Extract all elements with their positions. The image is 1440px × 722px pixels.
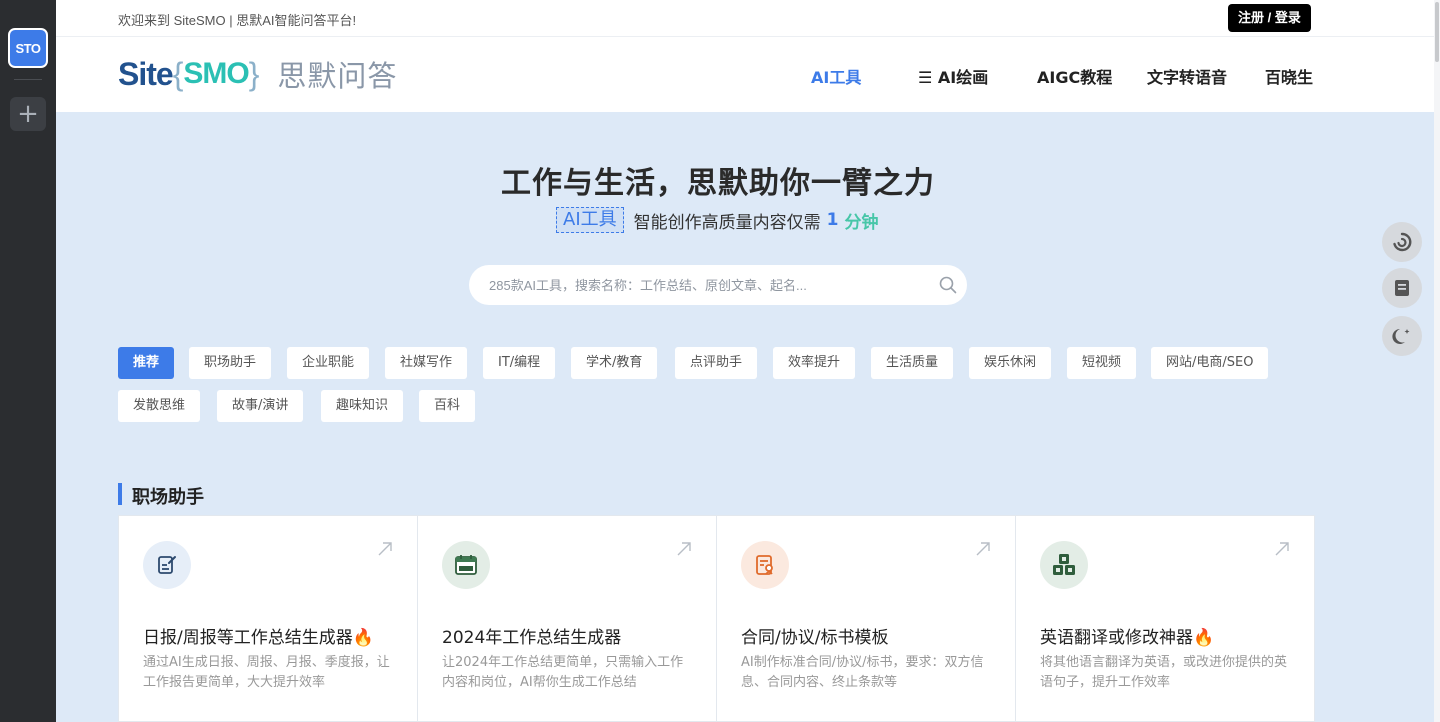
card-title: 英语翻译或修改神器🔥 xyxy=(1040,628,1215,648)
moon-star-icon xyxy=(1392,328,1410,344)
tool-search-box xyxy=(469,265,967,305)
main-nav: AI工具 ☰ AI绘画 AIGC教程 文字转语音 百晓生 xyxy=(56,64,1440,88)
hero-subtitle: AI工具 智能创作高质量内容仅需 1 分钟 xyxy=(556,207,878,233)
category-academic[interactable]: 学术/教育 xyxy=(571,347,658,379)
add-app-button[interactable]: + xyxy=(10,97,46,131)
card-description: 将其他语言翻译为英语，或改进你提供的英语句子，提升工作效率 xyxy=(1040,655,1288,690)
external-arrow-icon[interactable] xyxy=(1274,541,1290,557)
card-title: 合同/协议/标书模板 xyxy=(741,628,889,648)
nav-ai-painting[interactable]: ☰ AI绘画 xyxy=(918,64,988,88)
search-input[interactable] xyxy=(489,275,929,295)
section-marker xyxy=(118,483,122,505)
swirl-icon xyxy=(1393,232,1412,252)
category-short-video[interactable]: 短视频 xyxy=(1067,347,1137,379)
external-arrow-icon[interactable] xyxy=(676,541,692,557)
category-review[interactable]: 点评助手 xyxy=(675,347,758,379)
card-title: 2024年工作总结生成器 xyxy=(442,628,622,648)
tool-card-english-translation[interactable]: 英语翻译或修改神器🔥 将其他语言翻译为英语，或改进你提供的英语句子，提升工作效率 xyxy=(1015,515,1315,722)
hero-number: 1 xyxy=(826,210,839,230)
card-description: 让2024年工作总结更简单，只需输入工作内容和岗位，AI帮你生成工作总结 xyxy=(442,655,684,690)
left-rail: STO + xyxy=(0,0,56,722)
nav-text-to-speech[interactable]: 文字转语音 xyxy=(1147,64,1227,88)
category-entertainment[interactable]: 娱乐休闲 xyxy=(969,347,1052,379)
tool-card-daily-report[interactable]: 日报/周报等工作总结生成器🔥 通过AI生成日报、周报、月报、季度报，让工作报告更… xyxy=(118,515,418,722)
hero-tag: AI工具 xyxy=(556,207,624,233)
hero-subtitle-text: 智能创作高质量内容仅需 xyxy=(633,212,821,233)
nav-baixiaosheng[interactable]: 百晓生 xyxy=(1265,64,1313,88)
category-story-speech[interactable]: 故事/演讲 xyxy=(217,390,304,422)
app-logo-text: STO xyxy=(15,40,42,56)
category-social-writing[interactable]: 社媒写作 xyxy=(385,347,468,379)
bookmark-float-button[interactable] xyxy=(1382,268,1422,308)
refresh-float-button[interactable] xyxy=(1382,222,1422,262)
category-encyclopedia[interactable]: 百科 xyxy=(419,390,476,422)
dark-mode-float-button[interactable] xyxy=(1382,316,1422,356)
top-strip: 欢迎来到 SiteSMO | 思默AI智能问答平台! 注册 / 登录 xyxy=(56,0,1440,37)
edit-note-icon xyxy=(143,541,191,589)
category-recommend[interactable]: 推荐 xyxy=(118,347,175,379)
rail-divider xyxy=(14,79,42,80)
category-divergent[interactable]: 发散思维 xyxy=(118,390,201,422)
register-login-button[interactable]: 注册 / 登录 xyxy=(1228,4,1311,32)
category-website-seo[interactable]: 网站/电商/SEO xyxy=(1151,347,1269,379)
external-arrow-icon[interactable] xyxy=(975,541,991,557)
scrollbar-thumb[interactable] xyxy=(1435,2,1439,62)
hero-unit: 分钟 xyxy=(844,212,879,233)
app-switcher-sitesmo[interactable]: STO xyxy=(8,28,48,68)
hero-title: 工作与生活，思默助你一臂之力 xyxy=(501,166,935,201)
site-header: Site { SMO } 思默问答 AI工具 ☰ AI绘画 AIGC教程 文字转… xyxy=(56,37,1440,112)
section-title: 职场助手 xyxy=(132,487,204,508)
category-workplace[interactable]: 职场助手 xyxy=(189,347,272,379)
nav-aigc-tutorial[interactable]: AIGC教程 xyxy=(1037,64,1112,88)
category-it-coding[interactable]: IT/编程 xyxy=(483,347,556,379)
category-enterprise[interactable]: 企业职能 xyxy=(287,347,370,379)
plus-icon: + xyxy=(17,99,39,129)
external-arrow-icon[interactable] xyxy=(377,541,393,557)
category-fun-knowledge[interactable]: 趣味知识 xyxy=(321,390,404,422)
calendar-2024-icon xyxy=(442,541,490,589)
card-title: 日报/周报等工作总结生成器🔥 xyxy=(143,628,374,648)
tool-card-2024-summary[interactable]: 2024年工作总结生成器 让2024年工作总结更简单，只需输入工作内容和岗位，A… xyxy=(417,515,717,722)
welcome-text: 欢迎来到 SiteSMO | 思默AI智能问答平台! xyxy=(118,13,357,28)
card-description: 通过AI生成日报、周报、月报、季度报，让工作报告更简单，大大提升效率 xyxy=(143,655,390,690)
contract-icon xyxy=(741,541,789,589)
category-efficiency[interactable]: 效率提升 xyxy=(773,347,856,379)
category-life-quality[interactable]: 生活质量 xyxy=(871,347,954,379)
nav-ai-tools[interactable]: AI工具 xyxy=(811,64,861,88)
card-description: AI制作标准合同/协议/标书，要求：双方信息、合同内容、终止条款等 xyxy=(741,655,984,690)
abc-blocks-icon xyxy=(1040,541,1088,589)
book-icon xyxy=(1395,280,1409,296)
tool-card-contract[interactable]: 合同/协议/标书模板 AI制作标准合同/协议/标书，要求：双方信息、合同内容、终… xyxy=(716,515,1016,722)
page-scrollbar[interactable] xyxy=(1434,0,1440,722)
search-icon[interactable] xyxy=(939,276,957,294)
